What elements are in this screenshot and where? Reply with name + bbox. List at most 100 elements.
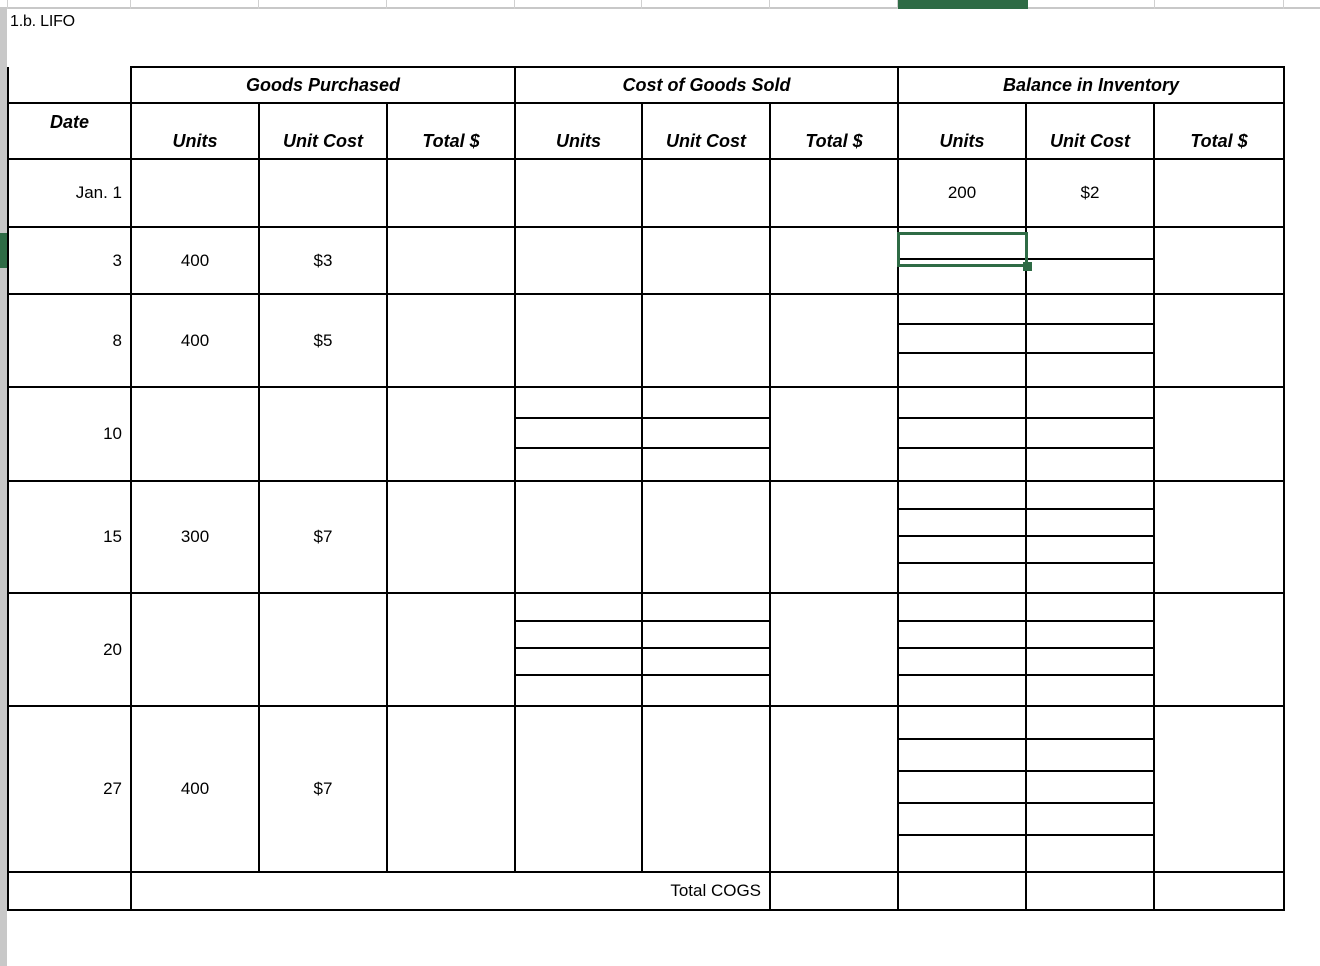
cell-slot[interactable]: [1027, 564, 1153, 591]
cell-slot[interactable]: [899, 708, 1026, 740]
cell-balance-unit-cost[interactable]: [1025, 705, 1156, 873]
cell-purchased-total[interactable]: [385, 386, 517, 482]
footer-cogs-total[interactable]: [769, 871, 900, 911]
cell-balance-units[interactable]: [897, 293, 1028, 388]
cell-slot[interactable]: [899, 595, 1026, 622]
cell-balance-total[interactable]: [1153, 293, 1286, 388]
cell-slot[interactable]: [899, 772, 1026, 804]
cell-balance-units[interactable]: [897, 386, 1028, 482]
cell-slot[interactable]: [899, 260, 1025, 292]
cell-slot[interactable]: [643, 649, 770, 676]
column-divider[interactable]: [258, 0, 259, 9]
cell-slot[interactable]: [516, 419, 642, 449]
cell-slot[interactable]: [899, 389, 1026, 419]
cell-purchased-total[interactable]: [385, 158, 517, 228]
cell-purchased-unit-cost[interactable]: $7: [258, 480, 388, 594]
column-header-cogs-unit-cost[interactable]: Unit Cost: [641, 102, 772, 160]
cell-slot[interactable]: [899, 229, 1026, 260]
cell-slot[interactable]: [1027, 537, 1154, 564]
cell-cogs-total[interactable]: [769, 293, 900, 388]
column-divider[interactable]: [514, 0, 515, 9]
cell-cogs-units[interactable]: [514, 158, 644, 228]
cell-balance-unit-cost[interactable]: [1025, 386, 1156, 482]
cell-cogs-total[interactable]: [769, 480, 900, 594]
cell-balance-total[interactable]: [1153, 480, 1286, 594]
footer-total-cogs-label[interactable]: Total COGS: [129, 871, 772, 911]
cell-date[interactable]: 20: [7, 592, 132, 707]
cell-slot[interactable]: [899, 740, 1026, 772]
cell-purchased-units[interactable]: [130, 158, 260, 228]
cell-balance-total[interactable]: [1153, 158, 1286, 228]
cell-slot[interactable]: [1027, 449, 1153, 479]
cell-slot[interactable]: [643, 389, 770, 419]
cell-purchased-units[interactable]: 400: [130, 293, 260, 388]
cell-balance-units[interactable]: [897, 226, 1028, 295]
footer-balance-unit-cost[interactable]: [1025, 871, 1156, 911]
cell-cogs-units[interactable]: [514, 293, 644, 388]
group-header-goods-purchased[interactable]: Goods Purchased: [129, 66, 517, 104]
cell-slot[interactable]: [899, 564, 1025, 591]
cell-slot[interactable]: [1027, 649, 1154, 676]
cell-balance-unit-cost[interactable]: [1025, 226, 1156, 295]
cell-cogs-units[interactable]: [514, 480, 644, 594]
cell-slot[interactable]: [1027, 772, 1154, 804]
group-header-blank[interactable]: [7, 67, 132, 104]
cell-cogs-unit-cost[interactable]: [641, 226, 772, 295]
cell-slot[interactable]: [1027, 296, 1154, 325]
cell-slot[interactable]: [643, 595, 770, 622]
cell-purchased-unit-cost[interactable]: [258, 386, 388, 482]
column-header-strip[interactable]: [0, 0, 1320, 9]
cell-purchased-total[interactable]: [385, 480, 517, 594]
cell-slot[interactable]: [899, 449, 1025, 479]
column-header-purchased-units[interactable]: Units: [130, 102, 260, 160]
cell-date[interactable]: 8: [7, 293, 132, 388]
active-row-header[interactable]: [0, 233, 7, 268]
cell-cogs-unit-cost[interactable]: [641, 386, 772, 482]
cell-slot[interactable]: [899, 622, 1026, 649]
cell-slot[interactable]: [516, 676, 641, 704]
cell-balance-total[interactable]: [1153, 592, 1286, 707]
cell-balance-units[interactable]: [897, 592, 1028, 707]
cell-purchased-units[interactable]: [130, 592, 260, 707]
cell-date[interactable]: 27: [7, 705, 132, 873]
inventory-worksheet-table[interactable]: Goods Purchased Cost of Goods Sold Balan…: [7, 66, 1286, 911]
cell-slot[interactable]: [1027, 229, 1154, 260]
cell-date[interactable]: 10: [7, 386, 132, 482]
cell-slot[interactable]: [516, 595, 642, 622]
sheet-title[interactable]: 1.b. LIFO: [10, 13, 75, 31]
column-header-date[interactable]: Date: [7, 102, 132, 160]
footer-balance-units[interactable]: [897, 871, 1028, 911]
cell-balance-units[interactable]: [897, 480, 1028, 594]
cell-purchased-unit-cost[interactable]: $3: [258, 226, 388, 295]
cell-balance-units[interactable]: 200: [897, 158, 1028, 228]
cell-slot[interactable]: [899, 483, 1026, 510]
cell-cogs-unit-cost[interactable]: [641, 158, 772, 228]
cell-slot[interactable]: [1027, 676, 1153, 704]
cell-purchased-unit-cost[interactable]: [258, 592, 388, 707]
cell-cogs-units[interactable]: [514, 386, 644, 482]
cell-slot[interactable]: [1027, 510, 1154, 537]
column-header-purchased-unit-cost[interactable]: Unit Cost: [258, 102, 388, 160]
column-divider[interactable]: [130, 0, 131, 9]
cell-date[interactable]: Jan. 1: [7, 158, 132, 228]
cell-slot[interactable]: [516, 449, 641, 479]
footer-spacer[interactable]: [7, 871, 132, 911]
cell-date[interactable]: 3: [7, 226, 132, 295]
column-divider[interactable]: [769, 0, 770, 9]
cell-purchased-total[interactable]: [385, 293, 517, 388]
cell-slot[interactable]: [1027, 354, 1153, 385]
cell-slot[interactable]: [1027, 419, 1154, 449]
cell-purchased-units[interactable]: 400: [130, 226, 260, 295]
cell-cogs-total[interactable]: [769, 592, 900, 707]
cell-slot[interactable]: [899, 296, 1026, 325]
cell-balance-units[interactable]: [897, 705, 1028, 873]
cell-slot[interactable]: [1027, 389, 1154, 419]
cell-purchased-total[interactable]: [385, 705, 517, 873]
cell-slot[interactable]: [1027, 836, 1153, 870]
cell-cogs-units[interactable]: [514, 592, 644, 707]
cell-cogs-units[interactable]: [514, 226, 644, 295]
cell-purchased-units[interactable]: [130, 386, 260, 482]
cell-slot[interactable]: [1027, 622, 1154, 649]
cell-slot[interactable]: [1027, 740, 1154, 772]
cell-slot[interactable]: [1027, 804, 1154, 836]
